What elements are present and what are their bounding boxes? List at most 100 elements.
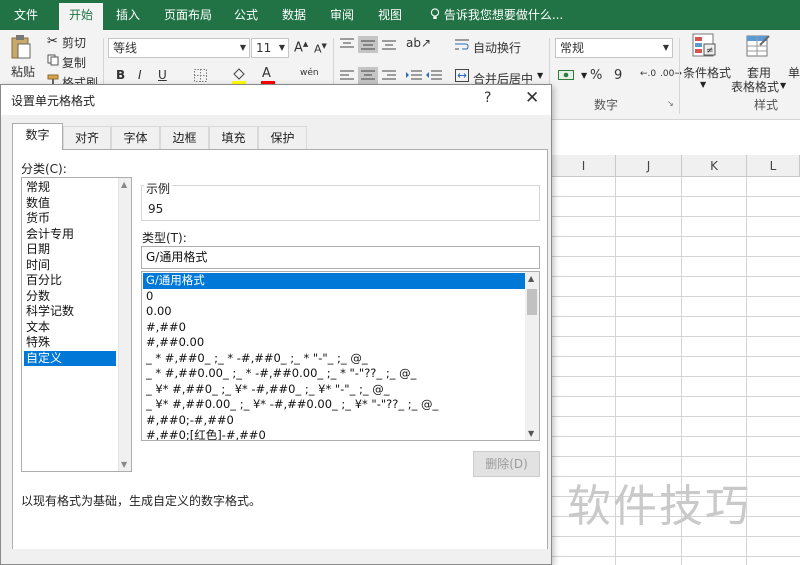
copy-button[interactable]: 复制 <box>62 54 86 71</box>
format-item[interactable]: _ ¥* #,##0_ ;_ ¥* -#,##0_ ;_ ¥* "-"_ ;_ … <box>143 382 525 398</box>
align-center-icon[interactable] <box>358 67 378 84</box>
dialog-launcher-icon[interactable]: ↘ <box>667 99 674 108</box>
chevron-down-icon[interactable]: ▼ <box>537 71 543 80</box>
copy-icon <box>47 54 59 69</box>
underline-button[interactable]: U <box>158 68 167 82</box>
tab-alignment[interactable]: 对齐 <box>63 126 111 149</box>
dialog-titlebar[interactable]: 设置单元格格式 ? ✕ <box>1 85 551 115</box>
category-date[interactable]: 日期 <box>24 242 116 258</box>
column-header-j[interactable]: J <box>616 155 682 177</box>
increase-decimal-icon[interactable]: ←.0 <box>640 69 656 79</box>
tab-border[interactable]: 边框 <box>160 126 209 149</box>
tab-insert[interactable]: 插入 <box>108 0 148 30</box>
tab-data[interactable]: 数据 <box>274 0 314 30</box>
format-item[interactable]: #,##0 <box>143 320 525 336</box>
align-bottom-icon[interactable] <box>382 38 396 53</box>
font-size-select[interactable]: 11 ▼ <box>251 38 289 58</box>
tab-home[interactable]: 开始 <box>59 3 103 30</box>
tell-me-text: 告诉我您想要做什么... <box>443 8 564 22</box>
bold-button[interactable]: B <box>116 68 125 82</box>
format-cells-dialog: 设置单元格格式 ? ✕ 数字 对齐 字体 边框 填充 保护 分类(C): 常规 … <box>0 84 552 565</box>
format-item[interactable]: 0 <box>143 289 525 305</box>
cut-button[interactable]: 剪切 <box>62 34 86 51</box>
category-time[interactable]: 时间 <box>24 258 116 274</box>
paste-button[interactable]: 粘贴 <box>11 63 35 80</box>
number-format-select[interactable]: 常规 ▼ <box>555 38 673 58</box>
format-item[interactable]: _ ¥* #,##0.00_ ;_ ¥* -#,##0.00_ ;_ ¥* "-… <box>143 397 525 413</box>
delete-button[interactable]: 删除(D) <box>473 451 540 477</box>
format-code-list[interactable]: G/通用格式 0 0.00 #,##0 #,##0.00 _ * #,##0_ … <box>141 271 540 441</box>
border-icon[interactable] <box>194 69 207 85</box>
scroll-up-icon[interactable]: ▲ <box>121 180 127 189</box>
grow-font-icon[interactable]: A▲ <box>294 40 308 55</box>
chevron-down-icon[interactable]: ▼ <box>581 71 587 80</box>
tab-view[interactable]: 视图 <box>370 0 410 30</box>
tab-protection[interactable]: 保护 <box>258 126 307 149</box>
sample-value: 95 <box>148 202 164 216</box>
phonetic-icon[interactable]: wén <box>300 68 319 78</box>
format-as-table-label-2[interactable]: 表格格式 <box>731 78 779 95</box>
column-header-i[interactable]: I <box>552 155 616 177</box>
category-general[interactable]: 常规 <box>24 180 116 196</box>
chevron-down-icon: ▼ <box>239 43 246 52</box>
tab-file[interactable]: 文件 <box>6 0 46 30</box>
scroll-down-icon[interactable]: ▼ <box>528 429 534 438</box>
column-header-l[interactable]: L <box>747 155 800 177</box>
category-percentage[interactable]: 百分比 <box>24 273 116 289</box>
font-name-select[interactable]: 等线 ▼ <box>108 38 250 58</box>
tab-review[interactable]: 审阅 <box>322 0 362 30</box>
category-text[interactable]: 文本 <box>24 320 116 336</box>
column-header-k[interactable]: K <box>682 155 747 177</box>
format-item[interactable]: 0.00 <box>143 304 525 320</box>
category-list[interactable]: 常规 数值 货币 会计专用 日期 时间 百分比 分数 科学记数 文本 特殊 自定… <box>21 177 132 472</box>
category-accounting[interactable]: 会计专用 <box>24 227 116 243</box>
cell-styles-button-partial[interactable]: 单 <box>788 64 800 81</box>
percent-button[interactable]: % <box>590 68 602 83</box>
chevron-down-icon[interactable]: ▼ <box>780 81 786 90</box>
tab-number[interactable]: 数字 <box>12 123 63 150</box>
chevron-down-icon: ▼ <box>662 43 669 52</box>
tab-font[interactable]: 字体 <box>111 126 160 149</box>
tab-page-layout[interactable]: 页面布局 <box>158 0 218 30</box>
category-scrollbar[interactable]: ▲ ▼ <box>118 178 131 471</box>
format-item[interactable]: _ * #,##0.00_ ;_ * -#,##0.00_ ;_ * "-"??… <box>143 366 525 382</box>
italic-button[interactable]: I <box>138 68 142 82</box>
close-icon[interactable]: ✕ <box>525 88 539 108</box>
category-special[interactable]: 特殊 <box>24 335 116 351</box>
scrollbar-thumb[interactable] <box>527 289 537 315</box>
ribbon-tab-bar: 文件 开始 插入 页面布局 公式 数据 审阅 视图 告诉我您想要做什么... <box>0 0 800 30</box>
font-color-icon[interactable]: A <box>262 66 271 81</box>
align-right-icon[interactable] <box>382 70 396 85</box>
orientation-icon[interactable]: ab↗ <box>406 36 431 50</box>
align-left-icon[interactable] <box>340 70 354 85</box>
comma-style-button[interactable]: 9 <box>614 68 622 83</box>
category-custom[interactable]: 自定义 <box>24 350 116 366</box>
tell-me-box[interactable]: 告诉我您想要做什么... <box>430 0 563 30</box>
shrink-font-icon[interactable]: A▼ <box>314 42 327 56</box>
outdent-icon[interactable] <box>426 70 442 85</box>
paste-icon[interactable] <box>10 34 32 63</box>
align-top-icon[interactable] <box>340 38 354 53</box>
indent-icon[interactable] <box>406 70 422 85</box>
format-item[interactable]: #,##0;-#,##0 <box>143 413 525 429</box>
conditional-format-button[interactable]: 条件格式 <box>683 64 731 81</box>
scroll-down-icon[interactable]: ▼ <box>121 460 127 469</box>
format-list-scrollbar[interactable]: ▲ ▼ <box>525 272 539 440</box>
chevron-down-icon[interactable]: ▼ <box>700 80 706 89</box>
scroll-up-icon[interactable]: ▲ <box>528 274 534 283</box>
category-scientific[interactable]: 科学记数 <box>24 304 116 320</box>
help-button[interactable]: ? <box>484 90 491 106</box>
category-number[interactable]: 数值 <box>24 196 116 212</box>
wrap-text-button[interactable]: 自动换行 <box>473 39 521 56</box>
format-item[interactable]: #,##0;[红色]-#,##0 <box>143 428 525 440</box>
accounting-format-icon[interactable] <box>558 68 578 85</box>
category-currency[interactable]: 货币 <box>24 211 116 227</box>
format-item[interactable]: G/通用格式 <box>143 273 525 289</box>
tab-formulas[interactable]: 公式 <box>226 0 266 30</box>
category-fraction[interactable]: 分数 <box>24 289 116 305</box>
format-item[interactable]: #,##0.00 <box>143 335 525 351</box>
tab-fill[interactable]: 填充 <box>209 126 258 149</box>
align-middle-icon[interactable] <box>358 36 378 53</box>
type-input[interactable]: G/通用格式 <box>141 246 540 269</box>
format-item[interactable]: _ * #,##0_ ;_ * -#,##0_ ;_ * "-"_ ;_ @_ <box>143 351 525 367</box>
